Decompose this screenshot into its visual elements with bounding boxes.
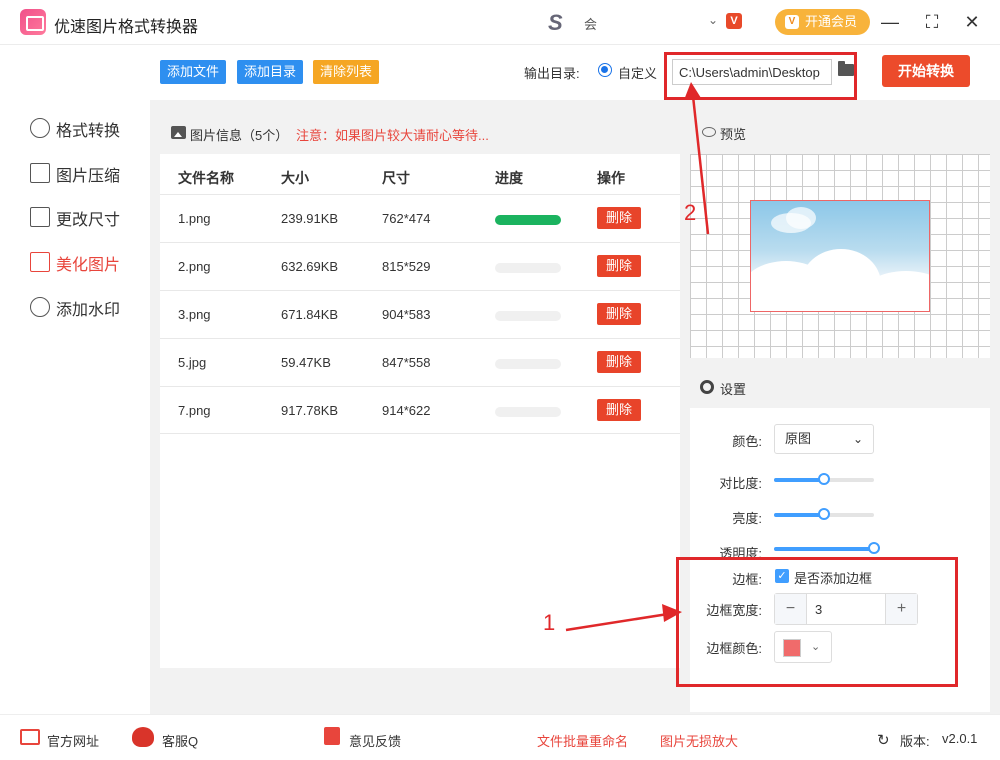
batch-rename-link[interactable]: 文件批量重命名	[537, 731, 628, 750]
refresh-icon[interactable]: ↻	[877, 731, 890, 749]
website-icon	[20, 729, 40, 745]
feedback-icon	[324, 727, 340, 745]
annotation-label-2: 2	[684, 200, 697, 225]
footer: 官方网址 客服Q 意见反馈 文件批量重命名 图片无损放大 ↻ 版本: v2.0.…	[0, 714, 1000, 760]
customer-service-link[interactable]: 客服Q	[162, 731, 198, 750]
feedback-link[interactable]: 意见反馈	[349, 731, 401, 750]
version-value: v2.0.1	[942, 731, 978, 746]
customer-service-icon	[132, 727, 154, 747]
annotation-label-1: 1	[543, 610, 556, 635]
annotation-arrows	[565, 82, 710, 632]
version-label: 版本:	[900, 734, 930, 749]
website-link[interactable]: 官方网址	[47, 731, 99, 750]
lossless-enlarge-link[interactable]: 图片无损放大	[660, 731, 738, 750]
